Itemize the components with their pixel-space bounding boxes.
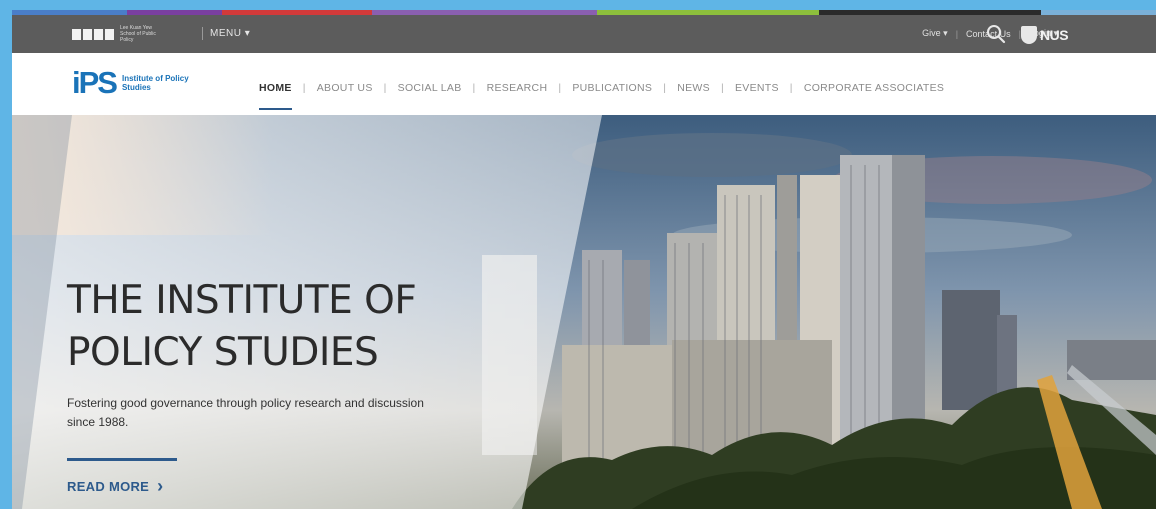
nav-item-social-lab[interactable]: SOCIAL LAB <box>398 82 462 94</box>
nav-item-corporate-associates[interactable]: CORPORATE ASSOCIATES <box>804 82 944 94</box>
chevron-right-icon: › <box>157 476 164 496</box>
ips-logo[interactable]: iPS Institute of Policy Studies <box>72 67 202 99</box>
lkyspp-logo-mark <box>72 28 114 40</box>
primary-nav: HOME | ABOUT US | SOCIAL LAB | RESEARCH | PUBLIC… <box>259 82 944 110</box>
read-more-link[interactable]: READ MORE › <box>67 476 164 496</box>
hero-subtitle: Fostering good governance through policy… <box>67 396 424 429</box>
nav-separator: | <box>663 82 667 94</box>
nav-item-publications[interactable]: PUBLICATIONS <box>572 82 652 94</box>
hero-title: THE INSTITUTE OF POLICY STUDIES <box>67 275 487 379</box>
nus-crest-icon <box>1021 26 1037 44</box>
nav-separator: | <box>558 82 562 94</box>
nav-separator: | <box>383 82 387 94</box>
give-label: Give <box>922 28 941 38</box>
ips-logo-text: Institute of Policy Studies <box>121 74 189 92</box>
screenshot-frame: Lee Kuan Yew School of Public Policy MEN… <box>0 0 1156 509</box>
hero-title-line: THE INSTITUTE OF <box>67 278 417 323</box>
nav-item-events[interactable]: EVENTS <box>735 82 779 94</box>
nus-logo[interactable]: NUS <box>1021 24 1069 46</box>
nav-item-about-us[interactable]: ABOUT US <box>317 82 373 94</box>
lkyspp-logo[interactable]: Lee Kuan Yew School of Public Policy <box>72 25 162 43</box>
menu-button[interactable]: MENU ▾ <box>210 28 250 39</box>
lkyspp-logo-caption: Lee Kuan Yew School of Public Policy <box>120 25 156 43</box>
nav-separator: | <box>302 82 306 94</box>
hero-banner: THE INSTITUTE OF POLICY STUDIES Fosterin… <box>12 115 1156 509</box>
utility-bar: Lee Kuan Yew School of Public Policy MEN… <box>12 15 1156 53</box>
web-page: Lee Kuan Yew School of Public Policy MEN… <box>12 10 1156 509</box>
read-more-label: READ MORE <box>67 479 150 494</box>
menu-label: MENU <box>210 28 242 39</box>
nav-separator: | <box>472 82 476 94</box>
nus-logo-text: NUS <box>1040 27 1069 43</box>
ips-logo-mark: iPS <box>72 65 118 100</box>
nav-separator: | <box>720 82 724 94</box>
utility-divider <box>202 27 203 40</box>
nav-item-home[interactable]: HOME <box>259 82 292 110</box>
utility-divider: | <box>955 28 959 39</box>
nav-separator: | <box>789 82 793 94</box>
hero-title-line: POLICY STUDIES <box>67 330 379 375</box>
chevron-down-icon: ▾ <box>244 28 251 39</box>
chevron-down-icon: ▾ <box>943 28 948 38</box>
nav-item-news[interactable]: NEWS <box>677 82 710 94</box>
give-dropdown[interactable]: Give ▾ <box>922 28 948 39</box>
nav-item-research[interactable]: RESEARCH <box>487 82 548 94</box>
hero-divider <box>67 458 177 461</box>
main-navigation: iPS Institute of Policy Studies HOME | ABO… <box>12 53 1156 115</box>
search-icon[interactable] <box>986 24 1006 44</box>
